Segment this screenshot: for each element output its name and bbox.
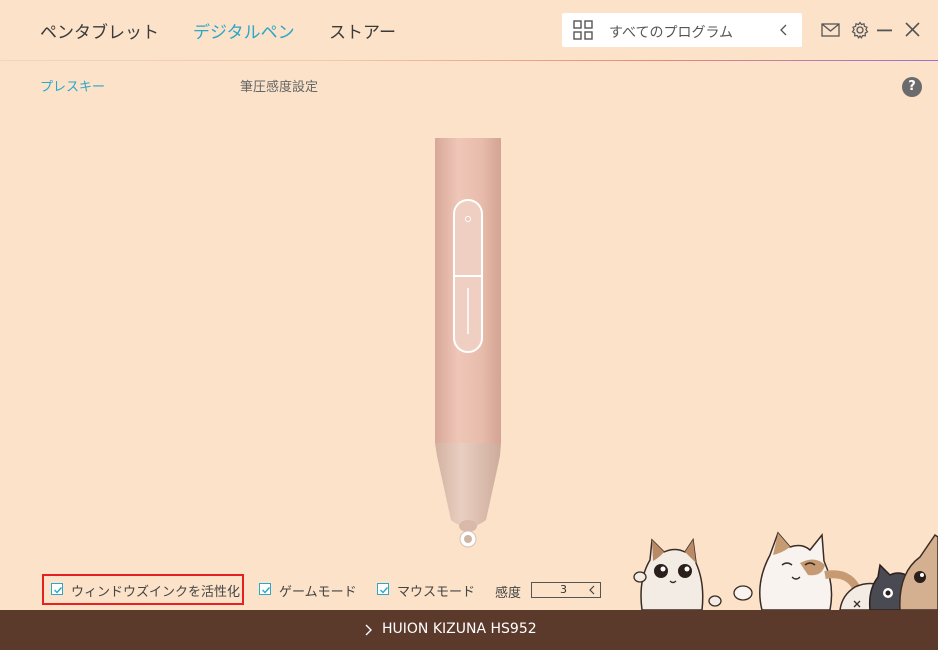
program-select[interactable]: すべてのプログラム: [562, 13, 802, 47]
minimize-icon[interactable]: [877, 29, 892, 32]
sensitivity-value: 3: [560, 583, 567, 596]
chevron-left-icon[interactable]: [778, 23, 790, 37]
checkbox-checked-icon: [377, 583, 389, 595]
tab-press-keys[interactable]: プレスキー: [40, 76, 105, 95]
device-name: HUION KIZUNA HS952: [382, 621, 537, 637]
close-icon[interactable]: [905, 22, 920, 37]
game-mode-label: ゲームモード: [279, 585, 357, 600]
checkbox-checked-icon: [51, 583, 63, 595]
chevron-left-icon[interactable]: [588, 585, 596, 595]
sensitivity-select[interactable]: 3: [531, 582, 601, 598]
top-bar: ペンタブレット デジタルペン ストアー すべてのプログラム: [0, 0, 938, 60]
mouse-mode-label: マウスモード: [397, 585, 476, 600]
grid-icon: [573, 20, 593, 40]
checkbox-checked-icon: [259, 583, 271, 595]
device-footer[interactable]: HUION KIZUNA HS952: [0, 610, 938, 650]
program-select-value: すべてのプログラム: [609, 25, 734, 41]
cats-illustration: [633, 531, 938, 610]
tab-digital-pen[interactable]: デジタルペン: [193, 18, 295, 43]
sensitivity-label: 感度: [495, 586, 522, 601]
tab-store[interactable]: ストアー: [329, 18, 396, 43]
tab-pen-tablet[interactable]: ペンタブレット: [40, 18, 159, 43]
mail-icon[interactable]: [821, 23, 840, 37]
tab-pressure-sensitivity[interactable]: 筆圧感度設定: [240, 76, 318, 95]
chevron-right-icon: [365, 624, 372, 636]
pen-illustration: [435, 138, 501, 548]
windows-ink-label: ウィンドウズインクを活性化: [71, 585, 241, 600]
header-divider: [0, 60, 938, 61]
gear-icon[interactable]: [851, 21, 869, 39]
help-icon[interactable]: ?: [902, 77, 922, 97]
